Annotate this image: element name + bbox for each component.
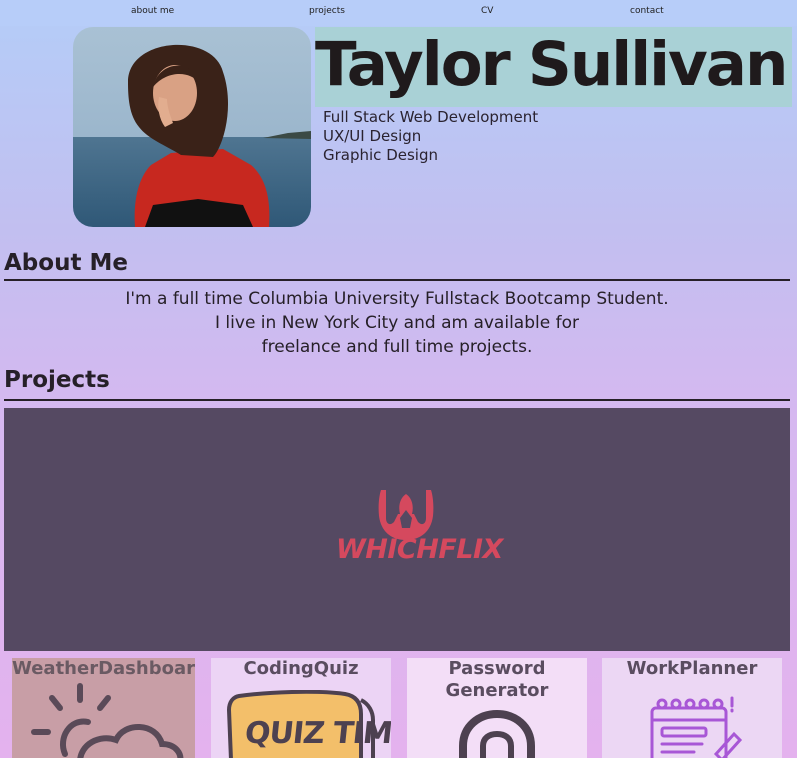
project-card-title: CodingQuiz xyxy=(243,658,359,679)
nav-contact-link[interactable]: contact xyxy=(630,6,664,16)
project-card-workplanner[interactable]: WorkPlanner xyxy=(602,658,782,758)
name-banner: Taylor Sullivan xyxy=(315,27,792,107)
projects-heading: Projects xyxy=(4,367,110,393)
calendar-icon xyxy=(650,696,743,758)
project-card-title: WeatherDashboard xyxy=(12,658,195,679)
about-line: freelance and full time projects. xyxy=(261,337,533,357)
project-card-title-line: Generator xyxy=(445,680,549,701)
lock-icon xyxy=(459,710,535,758)
project-card-weatherdashboard[interactable]: WeatherDashboard xyxy=(12,658,195,758)
role-item: UX/UI Design xyxy=(323,127,422,145)
about-divider xyxy=(4,279,790,281)
project-card-codingquiz[interactable]: CodingQuiz QUIZ TIME xyxy=(211,658,391,758)
featured-project-whichflix[interactable]: WHICHFLIX xyxy=(4,408,790,651)
project-card-title: Password Generator xyxy=(407,658,587,702)
profile-photo xyxy=(73,27,311,227)
about-text: I'm a full time Columbia University Full… xyxy=(4,287,790,359)
nav-about-link[interactable]: about me xyxy=(131,6,174,16)
weather-icon xyxy=(31,683,184,758)
about-line: I live in New York City and am available… xyxy=(215,313,579,333)
projects-divider xyxy=(4,399,790,401)
project-card-title-line: Password xyxy=(448,658,546,679)
top-nav: about me projects CV contact xyxy=(0,0,797,26)
roles-list: Full Stack Web Development UX/UI Design … xyxy=(323,108,538,165)
about-line: I'm a full time Columbia University Full… xyxy=(125,289,669,309)
project-card-password-generator[interactable]: Password Generator xyxy=(407,658,587,758)
whichflix-logo: WHICHFLIX xyxy=(334,488,503,577)
about-heading: About Me xyxy=(4,250,128,276)
nav-projects-link[interactable]: projects xyxy=(309,6,345,16)
quiz-time-text: QUIZ TIME xyxy=(243,716,391,751)
whichflix-wordmark: WHICHFLIX xyxy=(336,534,503,565)
page-title: Taylor Sullivan xyxy=(315,29,788,100)
project-card-title: WorkPlanner xyxy=(626,658,758,679)
nav-cv-link[interactable]: CV xyxy=(481,6,493,16)
role-item: Graphic Design xyxy=(323,146,438,164)
role-item: Full Stack Web Development xyxy=(323,108,539,126)
